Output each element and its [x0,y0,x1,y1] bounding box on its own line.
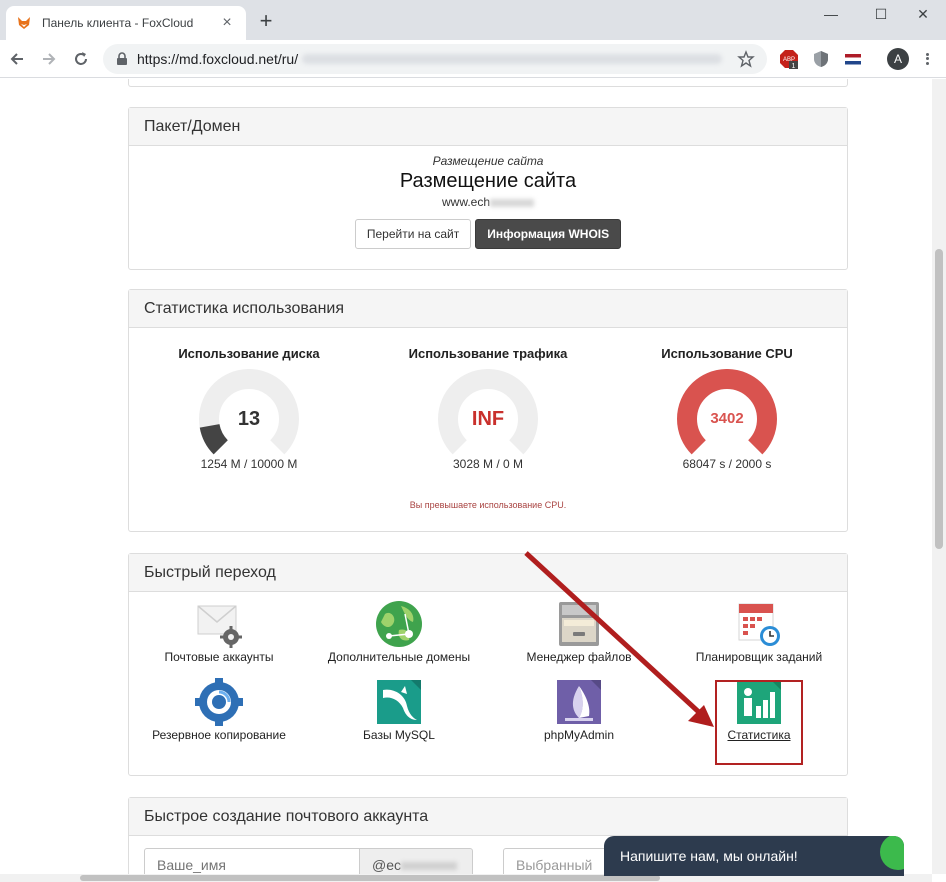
adblock-extension-icon[interactable]: ABP 1 [779,49,799,70]
chat-widget[interactable]: Напишите нам, мы онлайн! [604,836,904,876]
quick-link-addon-domains[interactable]: Дополнительные домены [309,600,489,664]
quick-mail-heading: Быстрое создание почтового аккаунта [129,798,847,836]
disk-usage-caption: 1254 M / 10000 M [200,457,298,471]
backup-gear-icon [195,678,243,726]
package-panel: Пакет/Домен Размещение сайта Размещение … [128,107,848,270]
lock-icon [115,52,129,66]
mail-name-input[interactable] [144,848,360,874]
cpu-gauge: 3402 [677,369,777,455]
globe-icon [376,601,422,647]
disk-usage-block: Использование диска 13 1254 M / 10000 M [129,328,369,471]
cpu-usage-block: Использование CPU 3402 68047 s / 2000 s [607,328,847,471]
url-text: https://md.foxcloud.net/ru/ [137,51,299,67]
forward-arrow-icon[interactable] [39,49,59,69]
package-type-italic: Размещение сайта [432,154,544,168]
mysql-dolphin-icon [377,680,421,724]
chat-widget-text: Напишите нам, мы онлайн! [620,848,798,864]
quick-link-mysql[interactable]: Базы MySQL [309,678,489,742]
tab-strip: Панель клиента - FoxCloud × + — ☐ ✕ [0,0,946,40]
horizontal-scroll-thumb[interactable] [80,875,660,881]
profile-avatar[interactable]: A [887,48,909,70]
address-bar[interactable]: https://md.foxcloud.net/ru/ [103,44,767,74]
file-cabinet-icon [559,602,599,646]
cpu-usage-caption: 68047 s / 2000 s [682,457,772,471]
tab-title: Панель клиента - FoxCloud [42,16,194,30]
browser-tab[interactable]: Панель клиента - FoxCloud × [6,6,246,40]
traffic-usage-block: Использование трафика INF 3028 M / 0 M [368,328,608,471]
traffic-usage-label: Использование трафика [408,346,568,361]
vertical-scrollbar[interactable] [932,79,946,874]
phpmyadmin-sail-icon [557,680,601,724]
flag-extension-icon[interactable] [843,49,863,69]
traffic-usage-caption: 3028 M / 0 M [452,457,524,471]
tab-close-icon[interactable]: × [218,14,236,32]
usage-stats-heading: Статистика использования [129,290,847,328]
quick-link-phpmyadmin[interactable]: phpMyAdmin [489,678,669,742]
quick-link-mysql-label: Базы MySQL [363,728,435,742]
mail-domain-blurred [401,862,457,871]
quick-link-mail-label: Почтовые аккаунты [164,650,274,664]
package-domain: www.ech [129,195,847,209]
quick-link-file-manager[interactable]: Менеджер файлов [489,600,669,664]
minimize-button[interactable]: — [808,0,854,28]
abp-badge: 1 [792,63,796,69]
page-viewport: Пакет/Домен Размещение сайта Размещение … [0,79,932,874]
quick-links-heading: Быстрый переход [129,554,847,592]
disk-usage-label: Использование диска [178,346,320,361]
disk-gauge-value: 13 [238,408,260,430]
mail-domain-text: @ec [372,857,401,873]
domain-blurred-part [490,198,535,207]
usage-stats-panel: Статистика использования Использование д… [128,289,848,532]
new-tab-button[interactable]: + [255,10,277,32]
shield-extension-icon[interactable] [811,49,831,69]
quick-link-files-label: Менеджер файлов [526,650,632,664]
browser-menu-icon[interactable] [922,48,932,70]
cpu-warning-text: Вы превышаете использование CPU. [409,500,567,510]
package-domain-text: www.ech [441,195,491,209]
statistics-highlight-box [715,680,803,765]
quick-link-domains-label: Дополнительные домены [327,650,471,664]
cpu-gauge-value: 3402 [710,410,743,427]
quick-link-backup-label: Резервное копирование [152,728,286,742]
package-heading: Пакет/Домен [129,108,847,146]
chat-online-indicator [880,836,904,870]
maximize-button[interactable]: ☐ [858,0,904,28]
url-blurred-part [302,54,723,64]
package-title: Размещение сайта [399,170,577,192]
mail-domain-addon: @ec [359,848,473,874]
quick-link-pma-label: phpMyAdmin [543,728,615,742]
quick-link-mail-accounts[interactable]: Почтовые аккаунты [129,600,309,664]
disk-gauge: 13 [199,369,299,455]
goto-site-button[interactable]: Перейти на сайт [354,219,472,249]
traffic-gauge-value: INF [472,408,504,430]
foxcloud-favicon-icon [16,15,32,31]
disk-gauge-fill [199,423,229,455]
close-window-button[interactable]: ✕ [900,0,946,28]
previous-panel-bottom [128,79,848,87]
envelope-gear-icon [197,605,242,648]
back-arrow-icon[interactable] [7,49,27,69]
browser-toolbar: https://md.foxcloud.net/ru/ ABP 1 A [0,40,946,78]
cpu-usage-label: Использование CPU [661,346,793,361]
reload-icon[interactable] [71,49,91,69]
quick-link-backup[interactable]: Резервное копирование [129,678,309,742]
quick-link-cron-label: Планировщик заданий [695,650,823,664]
vertical-scroll-thumb[interactable] [935,249,943,549]
traffic-gauge: INF [438,369,538,455]
calendar-clock-icon [738,603,780,646]
quick-link-cron[interactable]: Планировщик заданий [669,600,849,664]
whois-button[interactable]: Информация WHOIS [475,219,622,249]
bookmark-star-icon[interactable] [737,50,755,68]
